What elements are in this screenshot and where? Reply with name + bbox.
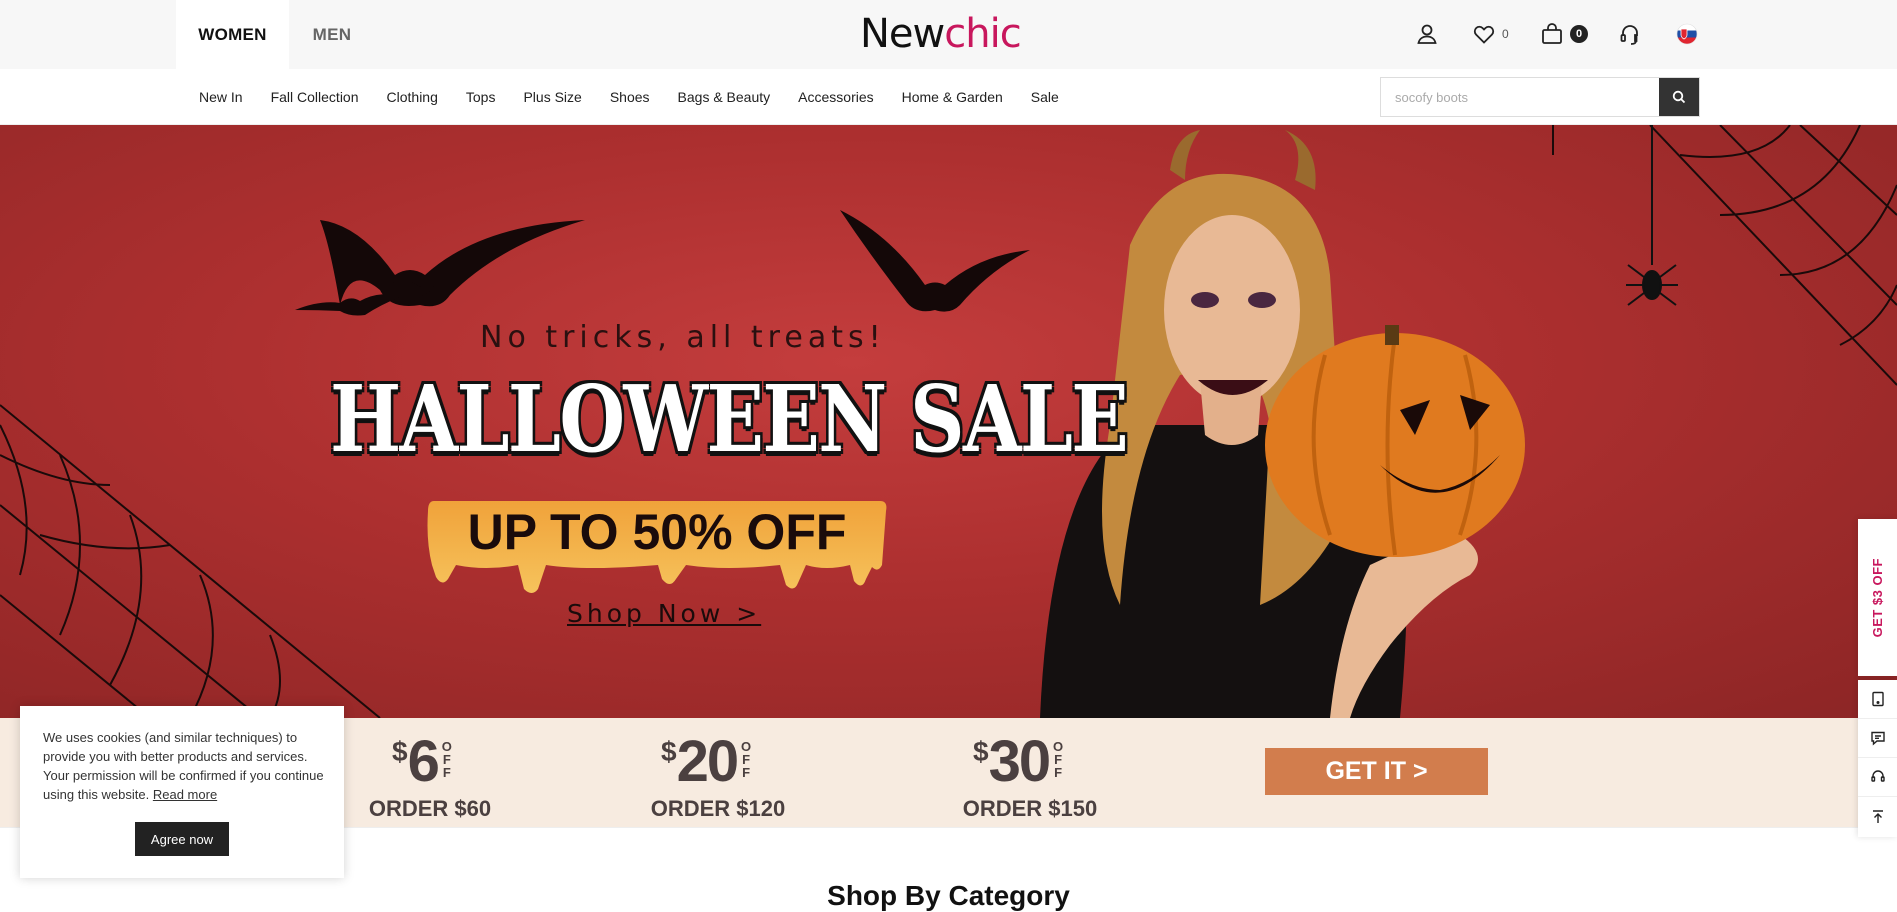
coupon-off-label: OFF [741, 739, 752, 780]
wishlist-count: 0 [1502, 27, 1509, 41]
bat-icon [295, 294, 400, 316]
support-icon [1870, 770, 1885, 782]
logo-text-new: New [860, 11, 945, 57]
coupon-currency: $ [661, 736, 677, 767]
logo-text-chic: chic [944, 11, 1021, 57]
cookie-consent-popup: We uses cookies (and similar techniques)… [20, 706, 344, 878]
nav-item-bags-beauty[interactable]: Bags & Beauty [678, 89, 771, 105]
nav-item-sale[interactable]: Sale [1031, 89, 1059, 105]
wishlist-button[interactable]: 0 [1472, 20, 1509, 48]
hero-headline: HALLOWEEN SALE [330, 365, 1129, 473]
search-button[interactable] [1659, 78, 1699, 116]
back-to-top-button[interactable] [1858, 797, 1897, 836]
app-download-icon [1871, 691, 1884, 707]
account-button[interactable] [1415, 20, 1439, 48]
search-input[interactable] [1381, 78, 1659, 116]
get-it-button[interactable]: GET IT > [1265, 748, 1488, 795]
search-bar [1380, 77, 1700, 117]
cart-button[interactable]: 0 [1540, 20, 1588, 48]
app-download-button[interactable] [1858, 680, 1897, 719]
nav-item-plus-size[interactable]: Plus Size [523, 89, 581, 105]
message-button[interactable] [1858, 719, 1897, 758]
spider-web-left-icon [0, 404, 381, 718]
tab-women[interactable]: WOMEN [176, 0, 289, 69]
user-icon [1417, 24, 1437, 44]
newchic-logo[interactable]: Newchic [860, 10, 1022, 58]
spider-web-right-icon [1552, 125, 1897, 386]
coupon-order-min: ORDER $150 [962, 796, 1098, 821]
nav-item-new-in[interactable]: New In [199, 89, 243, 105]
customer-service-button[interactable] [1618, 20, 1642, 48]
coupon-currency: $ [392, 736, 408, 767]
cart-count-badge: 0 [1570, 25, 1588, 43]
nav-item-tops[interactable]: Tops [466, 89, 496, 105]
bat-icon [840, 210, 1030, 312]
side-promo-label: GET $3 OFF [1870, 557, 1885, 638]
get-3-off-side-tab[interactable]: GET $3 OFF [1858, 519, 1897, 676]
shop-now-link[interactable]: Shop Now > [567, 599, 761, 628]
message-icon [1870, 731, 1885, 746]
read-more-link[interactable]: Read more [153, 787, 217, 802]
category-menu: New In Fall Collection Clothing Tops Plu… [199, 69, 1059, 125]
nav-item-clothing[interactable]: Clothing [387, 89, 438, 105]
bag-icon [1542, 23, 1562, 44]
halloween-hero-banner[interactable]: No tricks, all treats! HALLOWEEN SALE UP… [0, 125, 1897, 718]
support-button[interactable] [1858, 758, 1897, 797]
bat-icon [320, 220, 585, 307]
tab-men[interactable]: MEN [289, 0, 375, 69]
nav-item-shoes[interactable]: Shoes [610, 89, 650, 105]
headset-icon [1620, 25, 1638, 45]
hero-tagline: No tricks, all treats! [480, 320, 886, 355]
coupon-order-min: ORDER $120 [650, 796, 786, 821]
coupon-currency: $ [973, 736, 989, 767]
coupon-amount: 20 [676, 729, 739, 794]
back-to-top-icon [1872, 809, 1883, 823]
nav-item-accessories[interactable]: Accessories [798, 89, 873, 105]
coupon-order-min: ORDER $60 [368, 796, 492, 821]
coupon-amount: 6 [407, 729, 440, 794]
main-nav: New In Fall Collection Clothing Tops Plu… [0, 69, 1897, 125]
coupon-30-off[interactable]: $ 30 OFF ORDER $150 [930, 729, 1150, 822]
cookie-message: We uses cookies (and similar techniques)… [43, 728, 328, 804]
coupon-20-off[interactable]: $ 20 OFF ORDER $120 [618, 729, 838, 822]
heart-icon [1473, 25, 1495, 44]
agree-now-button[interactable]: Agree now [135, 822, 229, 856]
nav-item-fall-collection[interactable]: Fall Collection [271, 89, 359, 105]
country-selector[interactable] [1676, 20, 1698, 48]
spider-icon [1626, 125, 1678, 306]
search-icon [1672, 90, 1686, 104]
coupon-6-off[interactable]: $ 6 OFF ORDER $60 [330, 729, 550, 822]
side-toolbar [1858, 680, 1897, 837]
coupon-off-label: OFF [441, 739, 452, 780]
slovakia-flag-icon [1676, 23, 1698, 45]
top-bar: WOMEN MEN Newchic 0 0 [0, 0, 1897, 69]
nav-item-home-garden[interactable]: Home & Garden [902, 89, 1003, 105]
section-title: Shop By Category [827, 880, 1070, 911]
hero-discount: UP TO 50% OFF [467, 504, 847, 560]
coupon-amount: 30 [988, 729, 1051, 794]
coupon-off-label: OFF [1053, 739, 1064, 780]
